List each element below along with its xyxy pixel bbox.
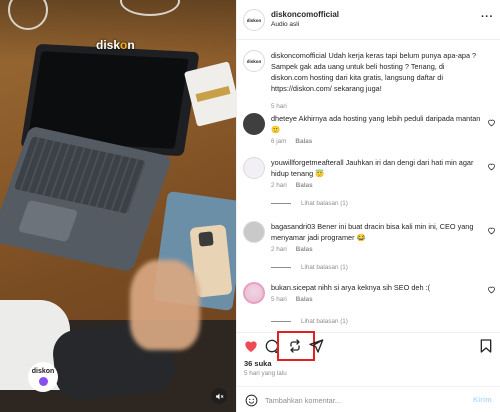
avatar[interactable] [243,282,265,304]
repost-icon[interactable] [287,338,303,354]
brand-badge-text: diskon [31,368,55,375]
avatar[interactable]: diskon [243,50,265,72]
comment-time: 2 hari [271,182,287,189]
avatar[interactable] [243,221,265,243]
header-username[interactable]: diskoncomofficial [271,10,339,19]
post-side-panel: diskon diskoncomofficial Audio asli ··· … [236,0,500,412]
comment-time: 6 jam [271,138,287,145]
replies-divider [271,266,291,268]
add-comment-bar: Kirim [237,386,500,412]
heart-outline-icon[interactable] [487,226,496,235]
post-actions [237,331,500,361]
reply-button[interactable]: Balas [295,138,312,145]
reply-button[interactable]: Balas [296,182,313,189]
speaker-muted-icon [215,393,224,399]
brand-badge-dot [38,377,48,386]
avatar[interactable] [243,157,265,179]
post-video[interactable]: diskon diskon [0,0,236,412]
avatar-text: diskon [246,17,262,23]
caption-time: 5 hari [271,103,287,110]
replies-divider [271,320,291,322]
caption-body: diskoncomofficial Udah kerja keras tapi … [271,50,481,94]
mute-button[interactable] [211,388,227,404]
heart-filled-icon[interactable] [243,338,259,354]
like-count[interactable]: 36 suka [244,359,272,368]
view-replies-button[interactable]: Lihat balasan (1) [271,200,348,207]
post-viewer: diskon diskon diskon diskoncomofficial A… [0,0,500,412]
view-replies-button[interactable]: Lihat balasan (1) [271,264,348,271]
brand-watermark: diskon [96,38,135,52]
comment-body: bagasandri03 Bener ini buat dracin bisa … [271,221,481,243]
comment-meta: 2 hari Balas [271,182,313,189]
reply-button[interactable]: Balas [296,296,313,303]
avatar[interactable]: diskon [243,9,265,31]
comment-username[interactable]: bagasandri03 [271,222,315,231]
more-options-icon[interactable]: ··· [481,11,494,23]
replies-divider [271,202,291,204]
reply-button[interactable]: Balas [296,246,313,253]
heart-outline-icon[interactable] [487,285,496,294]
smartphone-camera [198,231,214,247]
comment-meta: 5 hari Balas [271,296,313,303]
send-paper-plane-icon[interactable] [308,338,324,354]
comment-body: bukan.sicepat nihh si arya keknya sih SE… [271,282,481,293]
brand-badge: diskon [28,362,58,392]
comment-time: 2 hari [271,246,287,253]
heart-outline-icon[interactable] [487,118,496,127]
audio-label[interactable]: Audio asli [271,21,299,28]
smiley-icon[interactable] [245,394,258,407]
comment-text: Akhirnya ada hosting yang lebih peduli d… [271,114,481,134]
comment-body: youwillforgetmeafterall Jauhkan iri dan … [271,157,481,179]
waving-hand [130,260,200,350]
comment-text: nihh si arya keknya sih SEO deh :( [318,283,431,292]
comment-time: 5 hari [271,296,287,303]
view-replies-button[interactable]: Lihat balasan (1) [271,318,348,325]
comment-meta: 6 jam Balas [271,138,312,145]
comment-body: dheteye Akhirnya ada hosting yang lebih … [271,113,481,135]
bookmark-icon[interactable] [478,338,494,354]
avatar[interactable] [243,113,265,135]
send-button[interactable]: Kirim [473,395,492,404]
caption-username[interactable]: diskoncomofficial [271,51,326,60]
comment-username[interactable]: youwillforgetmeafterall [271,158,344,167]
comment-list[interactable]: diskon diskoncomofficial Udah kerja kera… [237,40,500,332]
comment-meta: 2 hari Balas [271,246,313,253]
post-date[interactable]: 5 hari yang lalu [244,370,287,377]
comment-input[interactable] [265,393,465,407]
avatar-text: diskon [246,58,262,64]
comment-username[interactable]: dheteye [271,114,297,123]
heart-outline-icon[interactable] [487,162,496,171]
post-header: diskon diskoncomofficial Audio asli ··· [237,0,500,40]
comment-username[interactable]: bukan.sicepat [271,283,316,292]
